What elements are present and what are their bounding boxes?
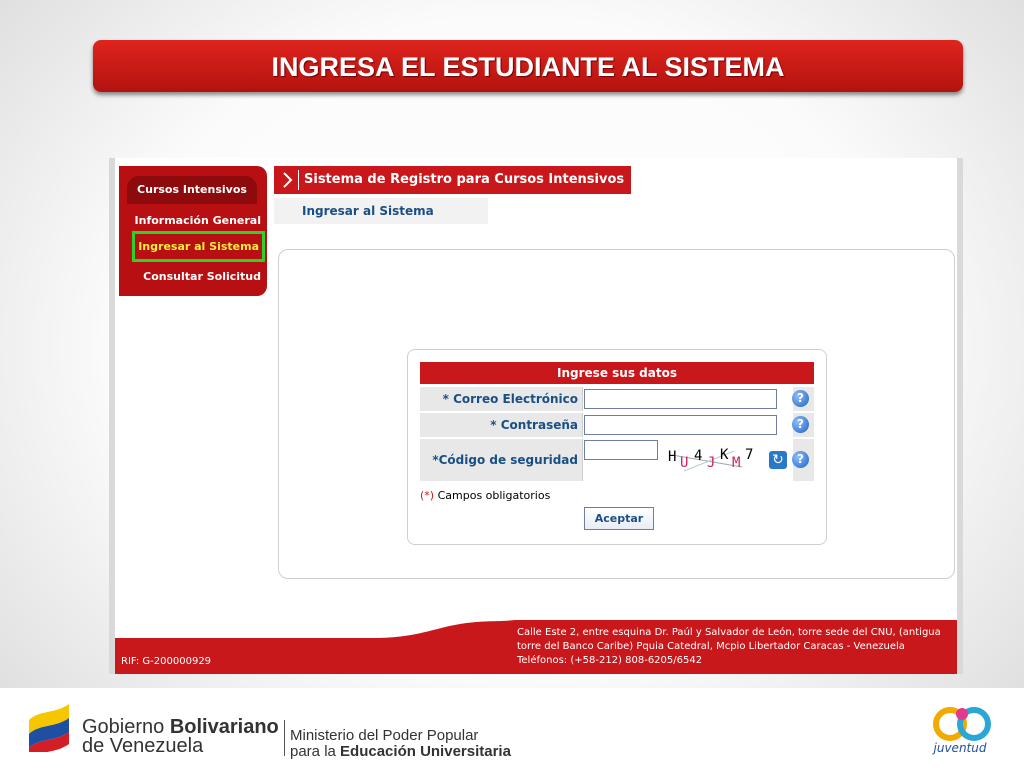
email-field[interactable] (584, 389, 777, 409)
breadcrumb-bar: Sistema de Registro para Cursos Intensiv… (274, 166, 631, 194)
password-label: * Contraseña (490, 418, 578, 432)
login-form: Ingrese sus datos * Correo Electrónico ?… (407, 349, 827, 545)
gov-line2: de Venezuela (82, 735, 204, 757)
captcha-label: *Código de seguridad (432, 453, 578, 467)
page-subtitle: Ingresar al Sistema (274, 198, 488, 224)
captcha-char: M (732, 455, 741, 471)
captcha-char: U (680, 455, 689, 471)
captcha-char: 7 (745, 447, 754, 463)
ministry-line1: Ministerio del Poder Popular (290, 727, 479, 744)
slide-title: INGRESA EL ESTUDIANTE AL SISTEMA (93, 40, 963, 92)
form-header: Ingrese sus datos (420, 362, 814, 384)
captcha-input[interactable] (584, 440, 658, 460)
password-field[interactable] (584, 415, 777, 435)
required-star: (*) (420, 489, 435, 502)
accept-button[interactable]: Aceptar (584, 507, 654, 530)
footer: Calle Este 2, entre esquina Dr. Paúl y S… (115, 618, 957, 674)
branding-bar: Gobierno Bolivariano de Venezuela Minist… (0, 688, 1024, 768)
ministry-line2-a: para la (290, 743, 341, 760)
password-row: * Contraseña ? (420, 413, 814, 437)
browser-frame: Cursos Intensivos Información General In… (109, 158, 963, 674)
required-note-text: Campos obligatorios (434, 489, 551, 502)
venezuela-flag-logo (29, 704, 69, 752)
captcha-image: H U 4 J K M 7 (664, 445, 754, 475)
help-icon[interactable]: ? (792, 416, 809, 433)
chevron-right-icon (283, 170, 299, 190)
captcha-char: J (707, 455, 716, 471)
refresh-captcha-icon[interactable]: ↻ (769, 451, 787, 469)
logo-divider (284, 720, 285, 756)
email-row: * Correo Electrónico ? (420, 387, 814, 411)
sidebar-item-consultar-solicitud[interactable]: Consultar Solicitud (143, 270, 261, 283)
sidebar-header: Cursos Intensivos (127, 176, 257, 204)
help-icon[interactable]: ? (792, 451, 809, 468)
bicentennial-text: juventud (932, 741, 987, 755)
captcha-char: H (668, 449, 677, 465)
footer-rif: RIF: G-200000929 (121, 656, 212, 667)
footer-address: Calle Este 2, entre esquina Dr. Paúl y S… (517, 627, 941, 666)
bicentennial-logo: juventud (932, 707, 991, 755)
captcha-char: 4 (694, 448, 703, 464)
sidebar-item-ingresar-al-sistema[interactable]: Ingresar al Sistema (132, 231, 265, 262)
help-icon[interactable]: ? (792, 390, 809, 407)
sidebar: Cursos Intensivos Información General In… (119, 166, 267, 296)
ministry-logo-text: Ministerio del Poder Popular para la Edu… (290, 728, 511, 760)
required-fields-note: (*) Campos obligatorios (420, 489, 550, 502)
email-label: * Correo Electrónico (442, 392, 578, 406)
ministry-line2-b: Educación Universitaria (340, 743, 511, 760)
government-logo-text: Gobierno Bolivariano de Venezuela (82, 717, 279, 757)
content-panel: Ingrese sus datos * Correo Electrónico ?… (278, 249, 955, 579)
captcha-row: *Código de seguridad H U 4 J K M 7 ↻ ? (420, 439, 814, 481)
breadcrumb-title: Sistema de Registro para Cursos Intensiv… (304, 172, 625, 187)
sidebar-item-informacion-general[interactable]: Información General (135, 214, 261, 227)
captcha-char: K (720, 447, 729, 463)
